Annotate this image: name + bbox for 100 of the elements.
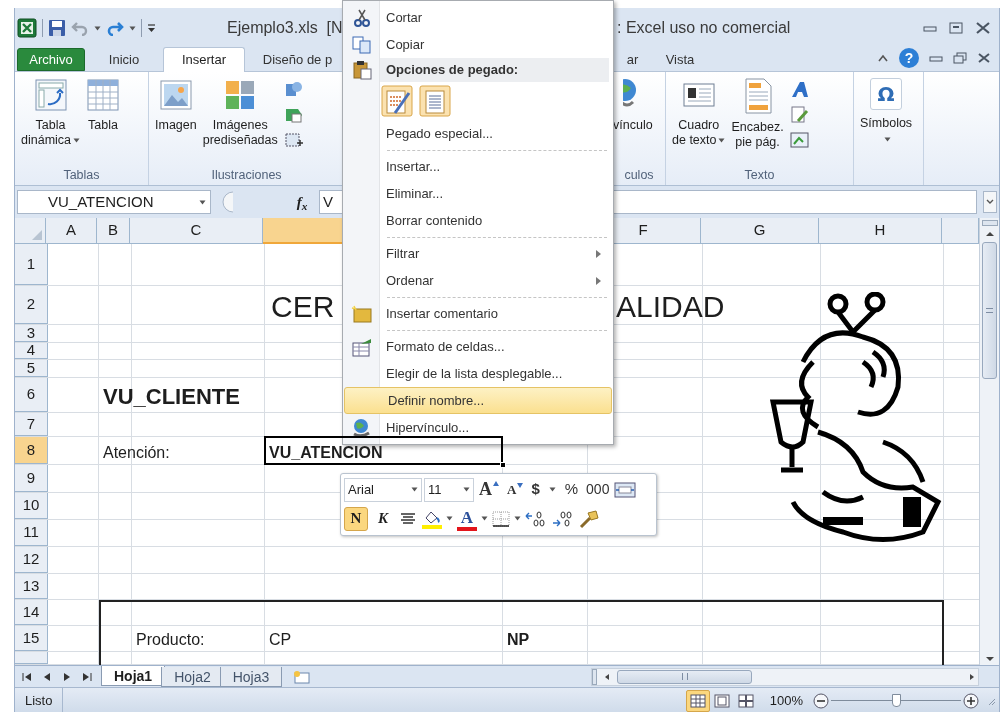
thousands-button[interactable]: 000 — [583, 477, 613, 502]
row-header[interactable]: 13 — [15, 574, 48, 599]
customize-toolbar-icon[interactable] — [147, 23, 156, 33]
ribbon-button[interactable]: Encabez. pie pág. — [731, 78, 784, 150]
menu-item[interactable]: Formato de celdas... — [343, 333, 613, 360]
borders-icon[interactable] — [491, 509, 511, 528]
zoom-out-icon[interactable] — [813, 692, 829, 709]
object-icon[interactable] — [789, 130, 810, 149]
row-header[interactable]: 3 — [15, 325, 48, 342]
ribbon-button[interactable]: Tabla — [86, 78, 121, 133]
excel-logo-icon[interactable] — [17, 18, 37, 38]
ribbon-button[interactable]: Imágenes prediseñadas — [202, 78, 278, 148]
italic-button[interactable]: K — [371, 506, 395, 531]
format-painter-icon[interactable] — [578, 508, 600, 529]
wordart-icon[interactable] — [789, 80, 810, 99]
row-header[interactable]: 11 — [15, 520, 48, 546]
restore-icon[interactable] — [953, 52, 967, 64]
cell-text: CP — [268, 632, 292, 650]
first-sheet-icon[interactable] — [21, 670, 33, 683]
group-label: Ilustraciones — [211, 166, 282, 184]
menu-item[interactable]: Ordenar — [343, 267, 613, 294]
row-header[interactable]: 6 — [15, 378, 48, 412]
page-break-icon[interactable] — [735, 691, 756, 710]
signature-line-icon[interactable] — [789, 105, 810, 124]
down-arrow-icon — [517, 482, 524, 488]
split-handle[interactable] — [592, 668, 597, 685]
ribbon-tab[interactable]: Inicio — [85, 48, 163, 71]
row-header[interactable]: 14 — [15, 600, 48, 625]
ribbon-tab[interactable]: ar — [615, 48, 650, 71]
sheet-tab[interactable]: Hoja1 — [101, 665, 166, 686]
close-icon[interactable] — [977, 52, 991, 64]
menu-item[interactable]: Insertar comentario — [343, 300, 613, 327]
shrink-font-button[interactable]: A — [504, 477, 527, 502]
zoom-in-icon[interactable] — [963, 692, 979, 709]
ribbon-button[interactable]: Cuadro de texto — [672, 78, 726, 148]
font-size-field[interactable]: 11 — [424, 477, 474, 502]
align-center-icon[interactable] — [398, 510, 418, 527]
row-header[interactable]: 2 — [15, 286, 48, 324]
row-header[interactable]: 4 — [15, 343, 48, 359]
save-icon[interactable] — [48, 19, 66, 37]
zoom-slider[interactable] — [831, 693, 961, 708]
collapse-ribbon-icon[interactable] — [877, 53, 889, 63]
decrease-decimal-icon[interactable] — [524, 509, 548, 528]
row-header[interactable]: 10 — [15, 493, 48, 519]
normal-view-icon[interactable] — [687, 691, 708, 710]
row-header[interactable]: 8 — [15, 437, 48, 464]
ribbon-button[interactable]: Imagen — [155, 78, 197, 133]
horizontal-scrollbar[interactable] — [591, 667, 979, 686]
paste-keep-format-icon[interactable] — [381, 85, 413, 117]
bold-button[interactable]: N — [344, 506, 368, 531]
menu-item[interactable]: Pegado especial... — [343, 120, 613, 147]
ribbon-tab[interactable]: Insertar — [163, 47, 245, 72]
scroll-thumb[interactable] — [982, 242, 997, 379]
column-header[interactable]: G — [701, 218, 820, 244]
help-button[interactable]: ? — [899, 48, 919, 68]
menu-item[interactable]: Definir nombre... — [344, 387, 612, 414]
grow-font-button[interactable]: A — [476, 477, 502, 502]
last-sheet-icon[interactable] — [81, 670, 93, 683]
row-header[interactable]: 7 — [15, 413, 48, 436]
increase-decimal-icon[interactable] — [551, 509, 575, 528]
font-name-field[interactable]: Arial — [344, 477, 422, 502]
row-header[interactable]: 9 — [15, 465, 48, 492]
row-header[interactable]: 1 — [15, 244, 48, 285]
redo-icon[interactable] — [106, 20, 124, 36]
name-box[interactable]: VU_ATENCION — [17, 190, 211, 214]
fill-handle[interactable] — [500, 462, 506, 468]
slider-thumb[interactable] — [892, 693, 901, 707]
column-header[interactable]: C — [130, 218, 264, 244]
screenshot-icon[interactable] — [283, 130, 304, 149]
ribbon-tab[interactable]: Archivo — [17, 48, 85, 71]
shapes-icon[interactable] — [283, 80, 304, 99]
menu-item[interactable]: Elegir de la lista desplegable... — [343, 360, 613, 387]
font-color-button[interactable]: A — [456, 506, 478, 531]
menu-item[interactable]: Cortar — [343, 4, 613, 31]
scroll-thumb[interactable] — [617, 669, 752, 684]
split-handle[interactable] — [981, 220, 998, 226]
maximize-icon[interactable] — [949, 22, 963, 34]
row-header[interactable]: 5 — [15, 360, 48, 377]
close-icon[interactable] — [975, 21, 991, 35]
insert-function-button[interactable]: f$_{x}$ — [291, 190, 313, 214]
ribbon-button[interactable]: Tabla dinámica — [21, 78, 81, 148]
menu-item[interactable]: Copiar — [343, 31, 613, 58]
column-header[interactable]: B — [97, 218, 131, 244]
ribbon-tab[interactable]: Vista — [655, 48, 705, 71]
column-header[interactable]: A — [46, 218, 98, 244]
ribbon-button[interactable]: Ω Símbolos — [860, 78, 913, 142]
ribbon-tab[interactable]: Diseño de p — [250, 48, 345, 71]
percent-button[interactable]: % — [561, 477, 582, 502]
currency-button[interactable]: $ — [528, 477, 543, 502]
menu-item[interactable]: Insertar... — [343, 153, 613, 180]
minimize-icon[interactable] — [929, 53, 943, 63]
dropdown-icon — [446, 516, 453, 521]
picture-icon — [158, 78, 193, 112]
row-header[interactable]: 12 — [15, 547, 48, 573]
vertical-scrollbar[interactable] — [979, 218, 999, 665]
up-arrow-icon — [493, 480, 499, 486]
merge-center-icon[interactable] — [614, 480, 637, 499]
sheet-tab[interactable]: Hoja3 — [219, 666, 283, 687]
column-header[interactable]: H — [819, 218, 943, 244]
row-header[interactable]: 15 — [15, 626, 48, 651]
